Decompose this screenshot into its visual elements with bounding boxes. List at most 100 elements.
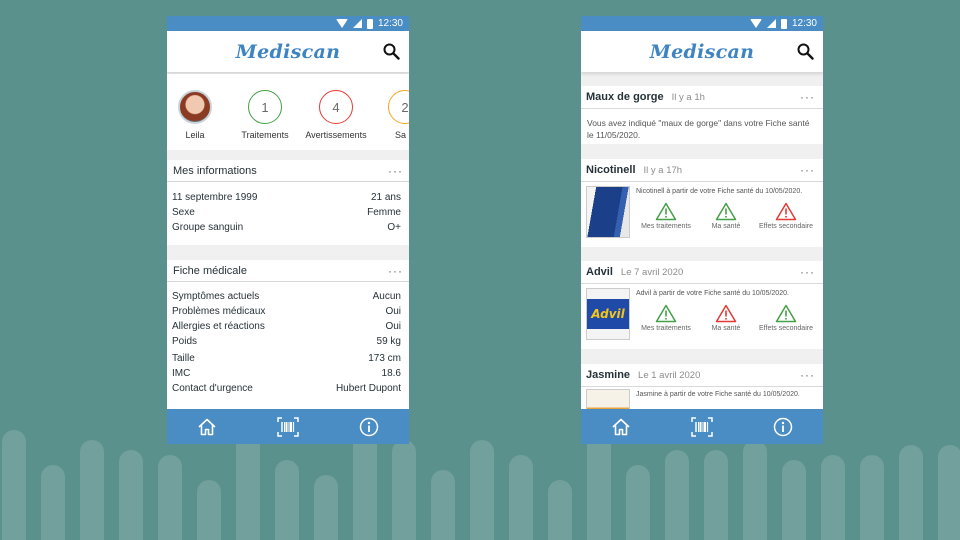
product-image-advil: Advil xyxy=(586,288,630,340)
more-options-icon[interactable]: ··· xyxy=(388,165,403,177)
home-icon[interactable] xyxy=(196,416,218,438)
avatar xyxy=(178,90,212,124)
search-icon[interactable] xyxy=(797,43,814,60)
action-my-treatments[interactable]: Mes traitements xyxy=(636,202,696,230)
feed-card-desc: Jasmine à partir de votre Fiche santé du… xyxy=(636,391,800,398)
decorative-pill xyxy=(821,455,845,540)
decorative-pill xyxy=(470,440,494,540)
medical-row: Contact d'urgence Hubert Dupont xyxy=(172,383,401,394)
warning-icon xyxy=(715,304,737,323)
action-side-effects[interactable]: Effets secondaire xyxy=(756,304,816,332)
info-icon[interactable] xyxy=(772,416,794,438)
treatments-count: 1 xyxy=(248,90,282,124)
health-count: 2 xyxy=(388,90,409,124)
signal-icon xyxy=(352,19,362,28)
app-logo: Mediscan xyxy=(235,40,341,63)
feed-card-text: Vous avez indiqué "maux de gorge" dans v… xyxy=(587,118,810,140)
decorative-pill xyxy=(314,475,338,540)
decorative-pill xyxy=(353,430,377,540)
decorative-pill xyxy=(158,455,182,540)
status-time: 12:30 xyxy=(791,18,817,29)
decorative-pill xyxy=(275,460,299,540)
treatments-counter[interactable]: 1 Traitements xyxy=(239,90,291,140)
medical-record-card: Fiche médicale ··· Symptômes actuels Aucu… xyxy=(167,260,409,410)
more-options-icon[interactable]: ··· xyxy=(800,91,815,103)
app-logo: Mediscan xyxy=(649,40,755,63)
more-options-icon[interactable]: ··· xyxy=(800,369,815,381)
decorative-pill xyxy=(392,440,416,540)
medical-row: Taille 173 cm xyxy=(172,353,401,364)
decorative-pill xyxy=(431,470,455,540)
barcode-scan-icon[interactable] xyxy=(277,416,299,438)
profile-name: Leila xyxy=(185,130,205,140)
action-my-treatments[interactable]: Mes traitements xyxy=(636,304,696,332)
decorative-pill xyxy=(119,450,143,540)
medical-row: Allergies et réactions Oui xyxy=(172,321,401,332)
decorative-pill xyxy=(704,450,728,540)
bottom-navigation xyxy=(167,409,409,444)
medical-row: Problèmes médicaux Oui xyxy=(172,306,401,317)
decorative-pill xyxy=(626,465,650,540)
info-row: 11 septembre 1999 21 ans xyxy=(172,192,401,203)
profile-avatar-item[interactable]: Leila xyxy=(177,90,213,140)
action-side-effects[interactable]: Effets secondaire xyxy=(756,202,816,230)
wifi-icon xyxy=(749,19,762,28)
warning-icon xyxy=(655,202,677,221)
decorative-pill xyxy=(2,430,26,540)
decorative-pill xyxy=(782,460,806,540)
action-my-health[interactable]: Ma santé xyxy=(696,202,756,230)
phone-feed-screen: 12:30 Mediscan Maux de gorge Il y a 1h ·… xyxy=(581,16,823,444)
feed-card-time: Il y a 17h xyxy=(643,164,683,176)
feed-card-time: Le 1 avril 2020 xyxy=(638,369,701,381)
my-information-card: Mes informations ··· 11 septembre 1999 21… xyxy=(167,160,409,245)
feed-card-desc: Advil à partir de votre Fiche santé du 1… xyxy=(636,290,789,297)
warning-icon xyxy=(655,304,677,323)
decorative-pill xyxy=(80,440,104,540)
card-title: Mes informations xyxy=(173,164,257,177)
health-counter[interactable]: 2 Sa xyxy=(388,90,409,140)
feed-card-medication[interactable]: Nicotinell Il y a 17h ··· Nicotinell à p… xyxy=(581,159,823,247)
profile-summary-strip[interactable]: Leila 1 Traitements 4 Avertissements 2 S… xyxy=(167,74,409,150)
warnings-count: 4 xyxy=(319,90,353,124)
health-label: Sa xyxy=(395,130,407,140)
info-icon[interactable] xyxy=(358,416,380,438)
phone-profile-screen: 12:30 Mediscan Leila 1 Traitements 4 Ave… xyxy=(167,16,409,444)
feed-card-title: Jasmine xyxy=(586,369,631,381)
medical-row: Poids 59 kg xyxy=(172,336,401,347)
search-icon[interactable] xyxy=(383,43,400,60)
decorative-pill xyxy=(41,465,65,540)
warnings-counter[interactable]: 4 Avertissements xyxy=(303,90,369,140)
warnings-label: Avertissements xyxy=(305,130,367,140)
feed-card-title: Nicotinell xyxy=(586,164,636,176)
action-my-health[interactable]: Ma santé xyxy=(696,304,756,332)
app-bar: Mediscan xyxy=(167,31,409,72)
treatments-label: Traitements xyxy=(241,130,289,140)
info-row: Groupe sanguin O+ xyxy=(172,222,401,233)
battery-icon xyxy=(366,18,373,29)
status-bar: 12:30 xyxy=(581,16,823,31)
medical-row: Symptômes actuels Aucun xyxy=(172,291,401,302)
feed-card-time: Le 7 avril 2020 xyxy=(620,266,684,278)
more-options-icon[interactable]: ··· xyxy=(800,266,815,278)
feed-card-medication[interactable]: Advil Le 7 avril 2020 ··· Advil Advil à … xyxy=(581,261,823,349)
warning-icon xyxy=(775,304,797,323)
battery-icon xyxy=(780,18,787,29)
feed-card-symptom[interactable]: Maux de gorge Il y a 1h ··· Vous avez in… xyxy=(581,86,823,144)
signal-icon xyxy=(766,19,776,28)
product-image-nicotinell xyxy=(586,186,630,238)
more-options-icon[interactable]: ··· xyxy=(388,265,403,277)
decorative-pill xyxy=(197,480,221,540)
home-icon[interactable] xyxy=(610,416,632,438)
warning-icon xyxy=(775,202,797,221)
decorative-pill xyxy=(938,445,960,540)
feed-card-title: Advil xyxy=(586,266,613,278)
wifi-icon xyxy=(335,19,348,28)
barcode-scan-icon[interactable] xyxy=(691,416,713,438)
decorative-pill xyxy=(743,440,767,540)
decorative-pill xyxy=(899,445,923,540)
more-options-icon[interactable]: ··· xyxy=(800,164,815,176)
status-time: 12:30 xyxy=(377,18,403,29)
decorative-pill xyxy=(548,480,572,540)
decorative-pill xyxy=(509,455,533,540)
feed-card-desc: Nicotinell à partir de votre Fiche santé… xyxy=(636,188,803,195)
